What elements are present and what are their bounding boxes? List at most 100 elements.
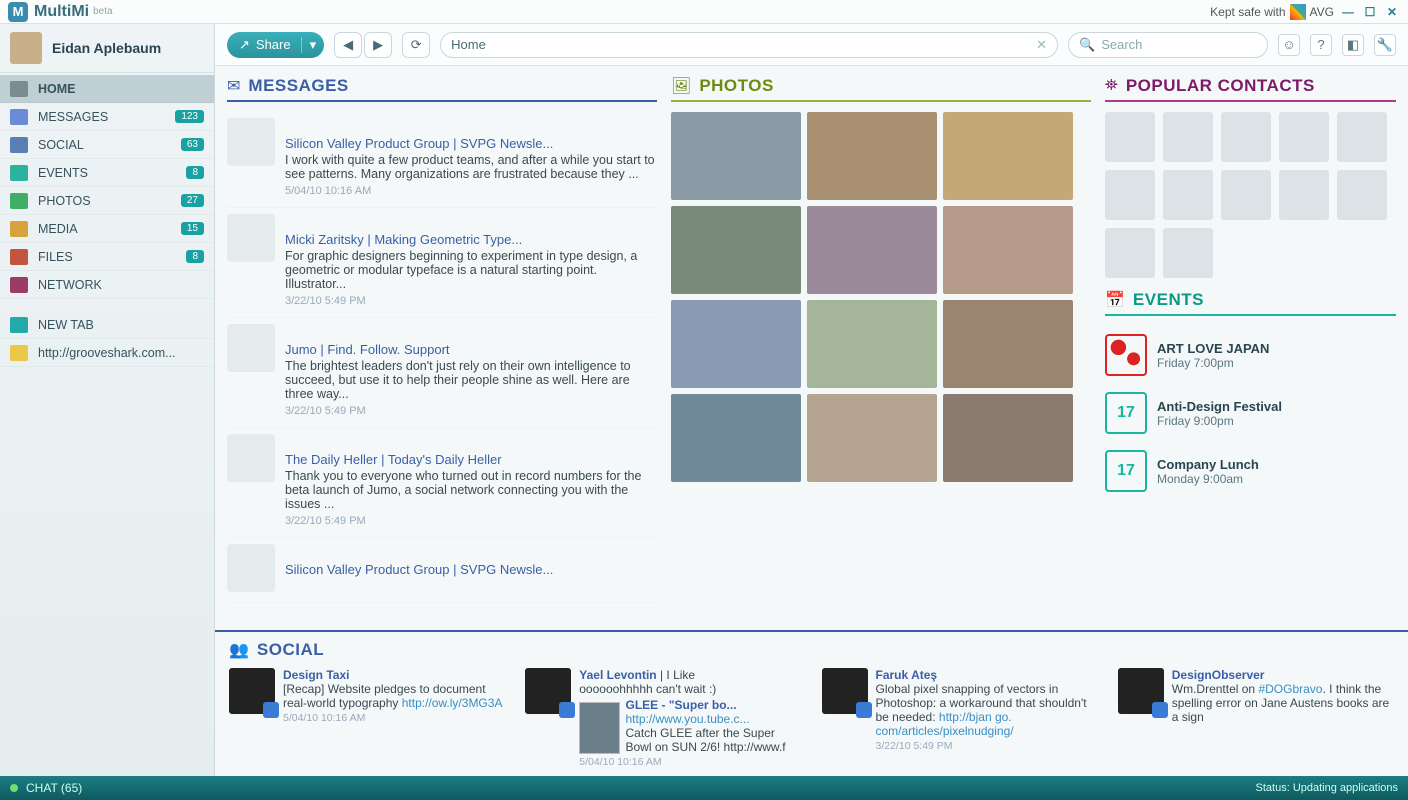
social-strip: 👥 SOCIAL Design Taxi[Recap] Website pled… (215, 630, 1408, 776)
contact-thumb[interactable] (1163, 228, 1213, 278)
message-body: For graphic designers beginning to exper… (285, 249, 637, 291)
glee-link[interactable]: http://www.you.tube.c... (626, 712, 750, 726)
social-name: Yael Levontin (579, 668, 656, 682)
nav-badge: 8 (186, 250, 204, 263)
contact-thumb[interactable] (1163, 170, 1213, 220)
share-button[interactable]: ↗ Share ▾ (227, 32, 324, 58)
back-button[interactable]: ◀ (334, 32, 362, 58)
nav-item-network[interactable]: NETWORK (0, 271, 214, 299)
social-name: Design Taxi (283, 668, 349, 682)
photo-thumb[interactable] (671, 394, 801, 482)
emoji-button[interactable]: ☺ (1278, 34, 1300, 56)
nav-item-social[interactable]: SOCIAL63 (0, 131, 214, 159)
message-body: I work with quite a few product teams, a… (285, 153, 655, 181)
message-item[interactable]: The Daily Heller | Today's Daily HellerT… (227, 428, 657, 538)
social-item[interactable]: Design Taxi[Recap] Website pledges to do… (229, 668, 505, 768)
nav-label: SOCIAL (38, 138, 84, 152)
contact-thumb[interactable] (1221, 112, 1271, 162)
social-header: 👥 SOCIAL (229, 640, 1394, 664)
social-item[interactable]: DesignObserverWm.Drenttel on #DOGbravo. … (1118, 668, 1394, 768)
event-item[interactable]: 17Anti-Design FestivalFriday 9:00pm (1105, 384, 1396, 442)
clear-address-icon[interactable]: ✕ (1036, 37, 1047, 53)
close-button[interactable]: ✕ (1384, 5, 1400, 19)
social-name: DesignObserver (1172, 668, 1265, 682)
event-name: Anti-Design Festival (1157, 399, 1282, 414)
notifications-button[interactable]: ◧ (1342, 34, 1364, 56)
nav-extra-item[interactable]: NEW TAB (0, 311, 214, 339)
photo-thumb[interactable] (807, 300, 937, 388)
address-bar[interactable]: Home ✕ (440, 32, 1058, 58)
social-item[interactable]: Faruk AteşGlobal pixel snapping of vecto… (822, 668, 1098, 768)
nav-item-files[interactable]: FILES 8 (0, 243, 214, 271)
video-thumb[interactable] (579, 702, 619, 754)
nav-item-media[interactable]: MEDIA15 (0, 215, 214, 243)
photo-thumb[interactable] (943, 394, 1073, 482)
contact-thumb[interactable] (1337, 112, 1387, 162)
photo-thumb[interactable] (671, 300, 801, 388)
maximize-button[interactable]: ☐ (1362, 5, 1378, 19)
event-icon: 17 (1105, 392, 1147, 434)
event-icon: 17 (1105, 450, 1147, 492)
event-item[interactable]: ART LOVE JAPANFriday 7:00pm (1105, 326, 1396, 384)
photos-title: PHOTOS (699, 76, 773, 96)
photo-thumb[interactable] (943, 300, 1073, 388)
nav-label: FILES (38, 250, 73, 264)
profile-block[interactable]: Eidan Aplebaum (0, 24, 214, 73)
settings-button[interactable]: 🔧 (1374, 34, 1396, 56)
contact-thumb[interactable] (1279, 170, 1329, 220)
search-icon: 🔍 (1079, 37, 1095, 53)
message-item[interactable]: Silicon Valley Product Group | SVPG News… (227, 112, 657, 208)
photo-thumb[interactable] (807, 206, 937, 294)
titlebar: M MultiMi beta Kept safe with AVG — ☐ ✕ (0, 0, 1408, 24)
photo-thumb[interactable] (807, 394, 937, 482)
nav-label: MEDIA (38, 222, 78, 236)
social-link[interactable]: http://ow.ly/3MG3A (402, 696, 503, 710)
social-avatar (822, 668, 868, 714)
contact-thumb[interactable] (1105, 228, 1155, 278)
messages-header: ✉ MESSAGES (227, 76, 657, 102)
popular-header: ⛯ POPULAR CONTACTS (1105, 76, 1396, 102)
event-list: ART LOVE JAPANFriday 7:00pm 17 Anti-Design… (1105, 326, 1396, 500)
photo-thumb[interactable] (671, 206, 801, 294)
nav-item-messages[interactable]: MESSAGES123 (0, 103, 214, 131)
social-link[interactable]: #DOGbravo (1258, 682, 1322, 696)
profile-name: Eidan Aplebaum (52, 40, 161, 56)
contact-thumb[interactable] (1163, 112, 1213, 162)
nav-item-photos[interactable]: PHOTOS27 (0, 187, 214, 215)
nav-item-home[interactable]: HOME (0, 75, 214, 103)
photo-thumb[interactable] (671, 112, 801, 200)
event-item[interactable]: 17Company LunchMonday 9:00am (1105, 442, 1396, 500)
refresh-button[interactable]: ⟳ (402, 32, 430, 58)
search-input[interactable]: 🔍 Search (1068, 32, 1268, 58)
event-time: Monday 9:00am (1157, 472, 1259, 486)
contact-thumb[interactable] (1337, 170, 1387, 220)
message-list: Silicon Valley Product Group | SVPG News… (227, 112, 657, 603)
minimize-button[interactable]: — (1340, 5, 1356, 19)
contact-thumb[interactable] (1221, 170, 1271, 220)
social-item[interactable]: Yael Levontin | I Likeoooooohhhhh can't … (525, 668, 801, 768)
nav-extra-item[interactable]: http://grooveshark.com... (0, 339, 214, 367)
message-item[interactable]: Silicon Valley Product Group | SVPG News… (227, 538, 657, 603)
message-item[interactable]: Micki Zaritsky | Making Geometric Type..… (227, 208, 657, 318)
contact-thumb[interactable] (1105, 170, 1155, 220)
forward-button[interactable]: ▶ (364, 32, 392, 58)
contact-thumb[interactable] (1105, 112, 1155, 162)
help-button[interactable]: ? (1310, 34, 1332, 56)
network-badge-icon (856, 702, 872, 718)
ic-lnk-icon (10, 345, 28, 361)
ic-evt-icon (10, 165, 28, 181)
photo-thumb[interactable] (943, 112, 1073, 200)
calendar-icon: 📅 (1105, 290, 1125, 310)
photo-thumb[interactable] (807, 112, 937, 200)
social-row: Design Taxi[Recap] Website pledges to do… (229, 668, 1394, 768)
share-dropdown-icon[interactable]: ▾ (301, 37, 317, 53)
glee-body: Catch GLEE after the Super Bowl on SUN 2… (626, 726, 786, 754)
contact-thumb[interactable] (1279, 112, 1329, 162)
share-label: Share (256, 37, 291, 52)
chat-bar[interactable]: CHAT (65) Status: Updating applications (0, 776, 1408, 800)
address-text: Home (451, 37, 486, 52)
message-item[interactable]: Jumo | Find. Follow. SupportThe brightes… (227, 318, 657, 428)
photo-thumb[interactable] (943, 206, 1073, 294)
nav-item-events[interactable]: EVENTS8 (0, 159, 214, 187)
sidebar: Eidan Aplebaum HOMEMESSAGES123SOCIAL63EV… (0, 24, 215, 776)
